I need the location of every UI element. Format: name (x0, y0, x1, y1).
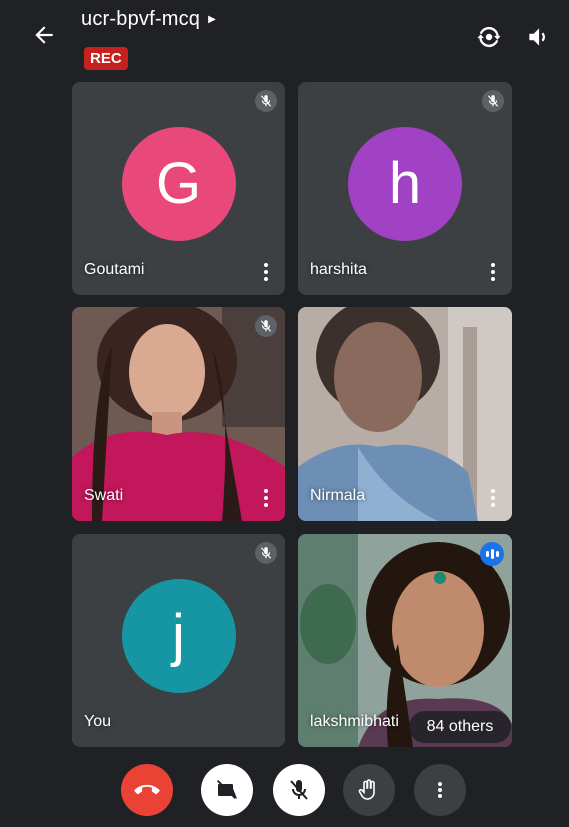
camera-off-icon (217, 780, 237, 799)
mic-toggle-button[interactable] (273, 764, 325, 816)
end-call-button[interactable] (121, 764, 173, 816)
camera-toggle-button[interactable] (201, 764, 253, 816)
end-call-icon (134, 784, 160, 795)
recording-badge: REC (84, 47, 128, 70)
participant-name: Nirmala (310, 487, 366, 504)
participant-tile[interactable]: h harshita (298, 82, 512, 295)
more-vert-icon[interactable] (261, 261, 271, 283)
participant-video-tile[interactable]: Swati (72, 307, 285, 521)
more-vert-icon[interactable] (488, 487, 498, 509)
participant-name: Swati (84, 487, 124, 504)
mic-off-icon (290, 780, 308, 800)
participant-video-tile[interactable]: Nirmala (298, 307, 512, 521)
participant-name: lakshmibhati (310, 713, 399, 730)
top-bar: ucr-bpvf-mcq ▶ REC (5, 0, 569, 78)
speaking-indicator-icon (480, 542, 504, 566)
mic-off-icon (255, 90, 277, 112)
mic-off-icon (255, 542, 277, 564)
more-options-icon (438, 782, 442, 798)
avatar: G (121, 126, 236, 241)
raise-hand-icon (358, 779, 375, 800)
meet-call-screen: ucr-bpvf-mcq ▶ REC G Goutami h harshita … (5, 0, 569, 827)
mic-off-icon (482, 90, 504, 112)
avatar: h (348, 126, 462, 241)
switch-camera-icon[interactable] (476, 24, 502, 50)
speaker-icon[interactable] (525, 24, 551, 50)
participant-name: You (84, 713, 111, 730)
meeting-title-row[interactable]: ucr-bpvf-mcq ▶ (81, 8, 216, 31)
others-count-chip[interactable]: 84 others (409, 711, 511, 743)
more-options-button[interactable] (414, 764, 466, 816)
raise-hand-button[interactable] (343, 764, 395, 816)
caret-right-icon: ▶ (208, 14, 216, 25)
participant-name: Goutami (84, 261, 145, 278)
back-arrow-icon[interactable] (31, 22, 57, 48)
self-tile[interactable]: j You (72, 534, 285, 747)
avatar: j (121, 578, 236, 693)
call-controls (5, 764, 569, 816)
participant-name: harshita (310, 261, 367, 278)
mic-off-icon (255, 315, 277, 337)
more-vert-icon[interactable] (488, 261, 498, 283)
meeting-code: ucr-bpvf-mcq (81, 8, 201, 30)
more-vert-icon[interactable] (261, 487, 271, 509)
participant-tile[interactable]: G Goutami (72, 82, 285, 295)
